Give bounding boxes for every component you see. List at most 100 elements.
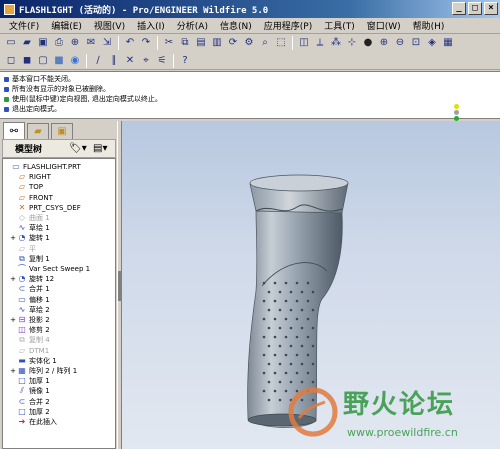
- tree-item-label: 阵列 2 / 阵列 1: [29, 367, 78, 375]
- menu-applications[interactable]: 应用程序(P): [258, 19, 318, 32]
- menu-file[interactable]: 文件(F): [3, 19, 45, 32]
- datum-axis-tool-icon[interactable]: ∥: [107, 54, 121, 68]
- expand-icon[interactable]: +: [9, 233, 17, 243]
- tree-item[interactable]: + ▦ 阵列 2 / 阵列 1: [3, 366, 115, 376]
- tree-item[interactable]: ⧉ 复制 4: [3, 335, 115, 345]
- shaded-icon[interactable]: ■: [52, 54, 66, 68]
- send-icon[interactable]: ⇲: [100, 36, 114, 50]
- csys-tool-icon[interactable]: ⌖: [139, 54, 153, 68]
- tree-item-label: 合并 2: [29, 397, 50, 406]
- tree-item[interactable]: ▱ FRONT: [3, 193, 115, 203]
- sketch-tool-icon[interactable]: ∕: [91, 54, 105, 68]
- tree-item[interactable]: ➔ 在此插入: [3, 417, 115, 427]
- paste-special-icon[interactable]: ▥: [210, 36, 224, 50]
- analysis-tool-icon[interactable]: ⚟: [155, 54, 169, 68]
- message-line: 所有没有显示的对象已被删除。: [4, 84, 496, 94]
- email-icon[interactable]: ✉: [84, 36, 98, 50]
- tree-item[interactable]: ⫽ 镜像 1: [3, 386, 115, 396]
- new-file-icon[interactable]: ▭: [4, 36, 18, 50]
- grip-dot: [267, 362, 271, 366]
- expand-icon[interactable]: +: [9, 366, 17, 376]
- find-icon[interactable]: ⌕: [258, 36, 272, 50]
- open-folder-icon[interactable]: ▰: [20, 36, 34, 50]
- shading-icon[interactable]: ●: [361, 36, 375, 50]
- tab-model-tree[interactable]: ⚯: [3, 122, 25, 139]
- tree-item[interactable]: ▱ DTM1: [3, 346, 115, 356]
- tree-item[interactable]: ∿ 草绘 1: [3, 223, 115, 233]
- tree-item-label: 旋转 1: [29, 234, 50, 243]
- minimize-button[interactable]: _: [452, 2, 466, 15]
- menu-view[interactable]: 视图(V): [88, 19, 131, 32]
- datum-point-display-icon[interactable]: ⁂: [329, 36, 343, 50]
- print-preview-icon[interactable]: ⊕: [68, 36, 82, 50]
- tree-item[interactable]: ▱ RIGHT: [3, 172, 115, 182]
- tree-item[interactable]: ▱ 平: [3, 244, 115, 254]
- paste-icon[interactable]: ▤: [194, 36, 208, 50]
- tree-item[interactable]: ⧉ 复制 1: [3, 254, 115, 264]
- tree-item[interactable]: ⌒ Var Sect Sweep 1: [3, 264, 115, 274]
- cut-icon[interactable]: ✂: [162, 36, 176, 50]
- select-box-icon[interactable]: ⬚: [274, 36, 288, 50]
- zoom-in-icon[interactable]: ⊕: [377, 36, 391, 50]
- datum-point-tool-icon[interactable]: ✕: [123, 54, 137, 68]
- close-button[interactable]: ×: [484, 2, 498, 15]
- menu-info[interactable]: 信息(N): [214, 19, 258, 32]
- grip-dot: [311, 290, 315, 294]
- menu-help[interactable]: 帮助(H): [407, 19, 451, 32]
- datum-plane-display-icon[interactable]: ◫: [297, 36, 311, 50]
- tree-settings-icon[interactable]: 🏷▾: [69, 143, 87, 154]
- zoom-out-icon[interactable]: ⊖: [393, 36, 407, 50]
- no-hidden-icon[interactable]: ▢: [36, 54, 50, 68]
- grip-dot: [300, 326, 304, 330]
- tree-item[interactable]: ◫ 修剪 2: [3, 325, 115, 335]
- csys-display-icon[interactable]: ⊹: [345, 36, 359, 50]
- menu-insert[interactable]: 插入(I): [131, 19, 171, 32]
- enhanced-realism-icon[interactable]: ◉: [68, 54, 82, 68]
- tree-item[interactable]: ∿ 草绘 2: [3, 305, 115, 315]
- wireframe-icon[interactable]: ◻: [4, 54, 18, 68]
- tree-item[interactable]: ▱ TOP: [3, 182, 115, 192]
- grip-dot: [306, 317, 310, 321]
- tree-item[interactable]: □ 加厚 2: [3, 407, 115, 417]
- hidden-line-icon[interactable]: ◼: [20, 54, 34, 68]
- sketch-icon: ∿: [18, 304, 26, 314]
- tree-item[interactable]: ▭ FLASHLIGHT.PRT: [3, 162, 115, 172]
- tree-columns-icon[interactable]: ▤▾: [93, 143, 107, 154]
- refit-icon[interactable]: ⊡: [409, 36, 423, 50]
- tree-item[interactable]: ▬ 实体化 1: [3, 356, 115, 366]
- tree-item[interactable]: ⊂ 合并 1: [3, 284, 115, 294]
- tree-item[interactable]: □ 加厚 1: [3, 376, 115, 386]
- menu-analysis[interactable]: 分析(A): [171, 19, 214, 32]
- tree-item[interactable]: + ◔ 旋转 12: [3, 274, 115, 284]
- tab-favorites[interactable]: ▣: [51, 123, 73, 139]
- datum-axis-display-icon[interactable]: ⟂: [313, 36, 327, 50]
- tab-folder-browser[interactable]: ▰: [27, 123, 49, 139]
- grip-dot: [300, 308, 304, 312]
- tree-item[interactable]: + ◔ 旋转 1: [3, 233, 115, 243]
- saved-views-icon[interactable]: ▦: [441, 36, 455, 50]
- reorient-icon[interactable]: ◈: [425, 36, 439, 50]
- datum-plane-icon: ▱: [18, 243, 26, 253]
- tree-item[interactable]: ▭ 偏移 1: [3, 295, 115, 305]
- regenerate-manager-icon[interactable]: ⚙: [242, 36, 256, 50]
- print-icon[interactable]: ⎙: [52, 36, 66, 50]
- tree-item-label: 草绘 2: [29, 305, 50, 314]
- redo-icon[interactable]: ↷: [139, 36, 153, 50]
- copy-icon[interactable]: ⧉: [178, 36, 192, 50]
- regenerate-icon[interactable]: ⟳: [226, 36, 240, 50]
- maximize-button[interactable]: □: [468, 2, 482, 15]
- menu-tools[interactable]: 工具(T): [318, 19, 361, 32]
- grip-dot: [262, 371, 266, 375]
- menu-edit[interactable]: 编辑(E): [45, 19, 88, 32]
- expand-icon[interactable]: +: [9, 315, 17, 325]
- undo-icon[interactable]: ↶: [123, 36, 137, 50]
- menu-window[interactable]: 窗口(W): [361, 19, 407, 32]
- tree-item-label: 实体化 1: [29, 356, 57, 365]
- tree-item[interactable]: ◇ 曲面 1: [3, 213, 115, 223]
- tree-item[interactable]: ⊂ 合并 2: [3, 397, 115, 407]
- tree-item[interactable]: ✕ PRT_CSYS_DEF: [3, 203, 115, 213]
- tree-item[interactable]: + ⊟ 投影 2: [3, 315, 115, 325]
- save-icon[interactable]: ▣: [36, 36, 50, 50]
- context-help-icon[interactable]: ?: [178, 54, 192, 68]
- expand-icon[interactable]: +: [9, 274, 17, 284]
